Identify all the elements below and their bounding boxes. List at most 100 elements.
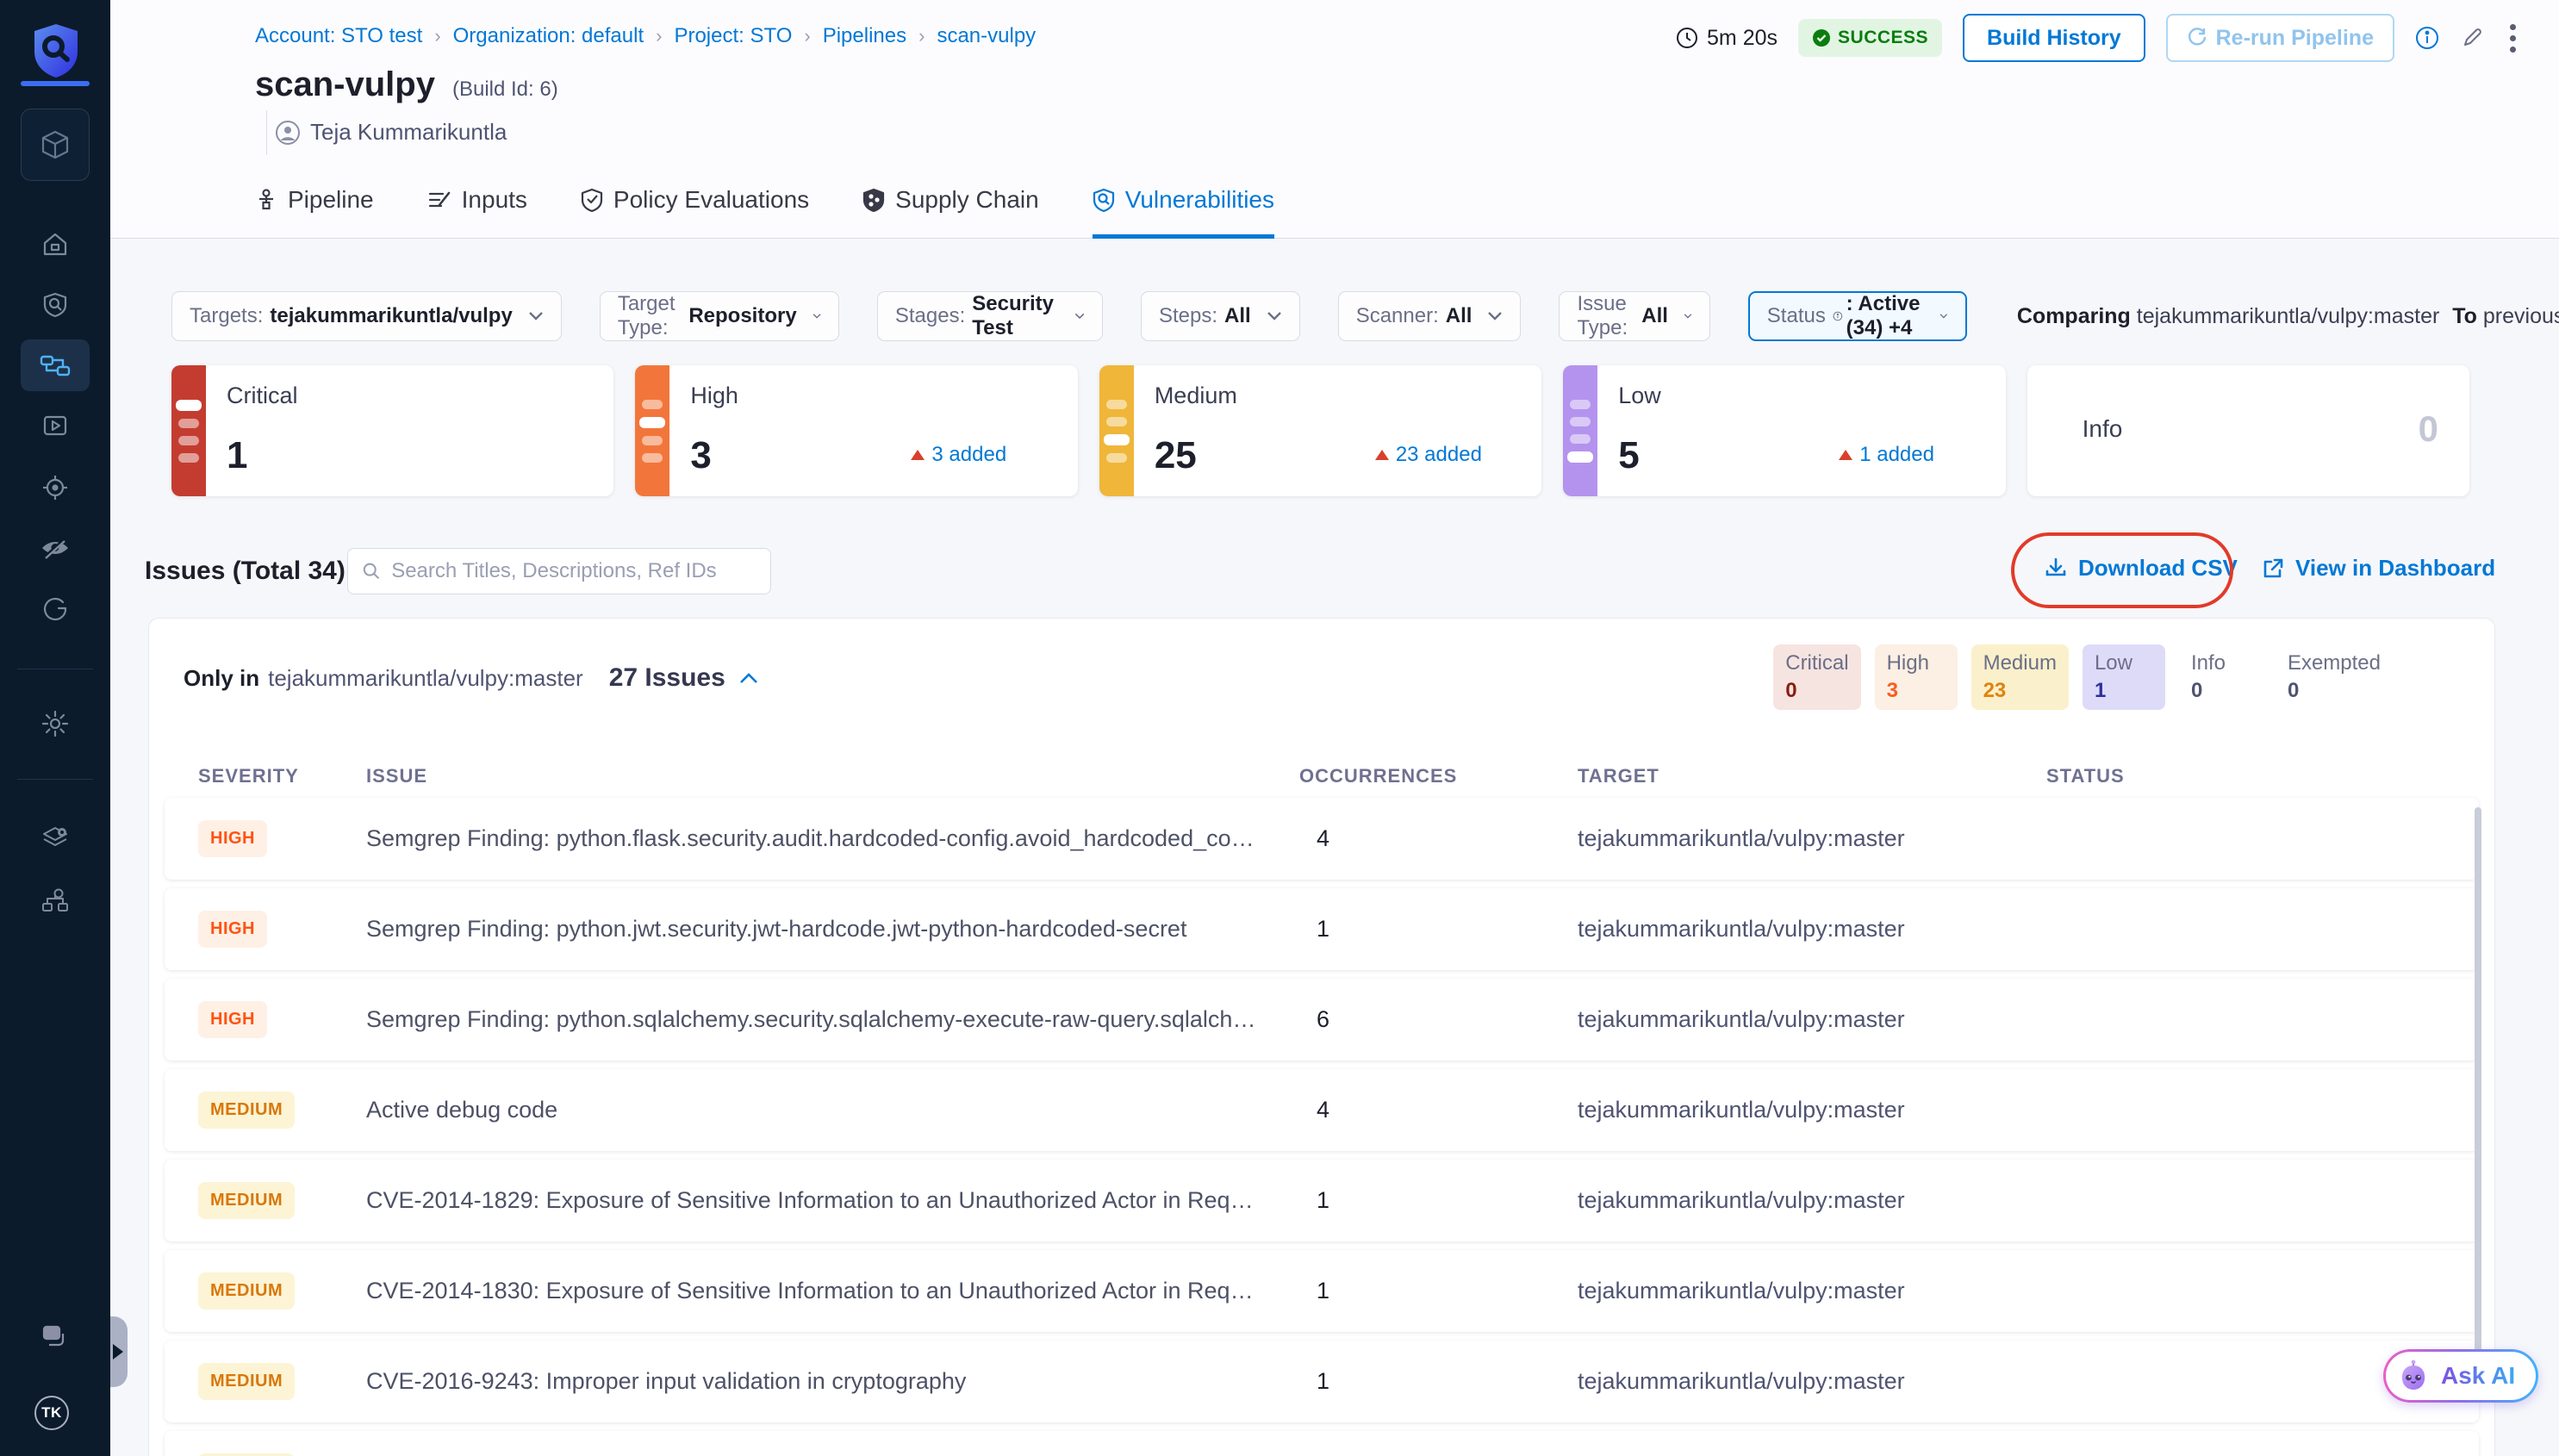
sidebar-item-security-tests[interactable]: [21, 522, 90, 574]
chevron-down-icon: [1939, 311, 1948, 321]
target-name: tejakummarikuntla/vulpy:master: [1578, 1187, 2046, 1214]
sidebar-item-executions[interactable]: [21, 400, 90, 451]
sidebar-item-home[interactable]: [21, 219, 90, 271]
severity-badge: HIGH: [198, 820, 267, 857]
user-icon: [276, 121, 300, 145]
sidebar-item-module-layers[interactable]: [21, 813, 90, 865]
critical-strip-icon: [171, 365, 206, 496]
filter-stages[interactable]: Stages:Security Test: [877, 291, 1103, 341]
sidebar-item-help[interactable]: ?: [21, 1311, 90, 1363]
chevron-down-icon: [1684, 311, 1692, 321]
external-link-icon: [2261, 557, 2285, 581]
sto-logo-icon[interactable]: [31, 22, 81, 79]
sidebar-item-module-nodes[interactable]: [21, 875, 90, 927]
ask-ai-button[interactable]: Ask AI: [2383, 1349, 2538, 1403]
chip-medium: Medium23: [1971, 644, 2069, 710]
tab-policy-evaluations[interactable]: Policy Evaluations: [581, 177, 809, 239]
table-row[interactable]: HIGH Semgrep Finding: python.jwt.securit…: [165, 888, 2479, 970]
view-in-dashboard-button[interactable]: View in Dashboard: [2261, 555, 2495, 582]
page-title: scan-vulpy: [255, 65, 435, 104]
low-added-badge: 1 added: [1839, 443, 1934, 467]
build-history-button[interactable]: Build History: [1963, 14, 2145, 62]
filter-status[interactable]: Status : Active (34) +4: [1748, 291, 1967, 341]
occurrences-count: 1: [1299, 1278, 1578, 1304]
chevron-down-icon: [1487, 311, 1503, 321]
table-scrollbar[interactable]: [2475, 807, 2481, 1367]
table-row[interactable]: MEDIUM Active debug code 4 tejakummariku…: [165, 1069, 2479, 1151]
breadcrumb-current[interactable]: scan-vulpy: [937, 24, 1036, 48]
search-icon: [362, 561, 381, 582]
user-avatar[interactable]: TK: [34, 1396, 69, 1430]
shield-scan-icon: [41, 291, 69, 319]
check-circle-icon: [1812, 28, 1831, 47]
breadcrumb-account[interactable]: Account: STO test: [255, 24, 422, 48]
supply-chain-shield-icon: [862, 188, 885, 212]
filter-targets[interactable]: Targets:tejakummarikuntla/vulpy: [171, 291, 562, 341]
module-selector[interactable]: [21, 109, 90, 181]
group-header[interactable]: Only in tejakummarikuntla/vulpy:master 2…: [184, 663, 758, 693]
filter-steps[interactable]: Steps:All: [1141, 291, 1300, 341]
tab-inputs[interactable]: Inputs: [427, 177, 527, 239]
info-card[interactable]: Info 0: [2027, 365, 2469, 496]
target-name: tejakummarikuntla/vulpy:master: [1578, 825, 2046, 852]
high-card[interactable]: High 3 3 added: [635, 365, 1077, 496]
build-id-label: (Build Id: 6): [452, 78, 558, 102]
severity-badge: MEDIUM: [198, 1363, 295, 1400]
severity-cards: Critical 1 High 3 3 added Medium 25 23 a…: [171, 365, 2469, 496]
download-csv-button[interactable]: Download CSV: [2044, 555, 2238, 582]
info-icon[interactable]: [2415, 26, 2439, 50]
table-row[interactable]: MEDIUM CVE-2016-9243: Improper input val…: [165, 1341, 2479, 1422]
breadcrumb-pipelines[interactable]: Pipelines: [823, 24, 906, 48]
sidebar-item-pipelines[interactable]: [21, 339, 90, 391]
occurrences-count: 1: [1299, 1368, 1578, 1395]
issue-title: Semgrep Finding: python.sqlalchemy.secur…: [366, 1006, 1299, 1033]
vulnerabilities-shield-icon: [1093, 188, 1115, 212]
sidebar-divider: [17, 779, 93, 780]
policy-shield-icon: [581, 188, 603, 212]
edit-pencil-icon[interactable]: [2460, 26, 2484, 50]
more-options-menu[interactable]: [2505, 19, 2521, 58]
sidebar-item-settings[interactable]: [21, 698, 90, 750]
search-input[interactable]: [391, 559, 756, 583]
breadcrumb-project[interactable]: Project: STO: [674, 24, 792, 48]
severity-badge: HIGH: [198, 1001, 267, 1038]
filter-scanner[interactable]: Scanner:All: [1338, 291, 1522, 341]
title-row: scan-vulpy (Build Id: 6): [255, 65, 558, 104]
table-row[interactable]: MEDIUM CVE-2017-11424: PyJWT: Improper V…: [165, 1431, 2479, 1456]
breadcrumb-separator: ›: [918, 25, 925, 47]
issues-search[interactable]: [347, 548, 771, 594]
app-root: ? TK Account: STO test › Organization: de…: [0, 0, 2559, 1456]
table-row[interactable]: MEDIUM CVE-2014-1829: Exposure of Sensit…: [165, 1160, 2479, 1241]
power-icon: [41, 594, 69, 622]
rerun-pipeline-button[interactable]: Re-run Pipeline: [2166, 14, 2394, 62]
medium-card[interactable]: Medium 25 23 added: [1099, 365, 1541, 496]
sidebar-item-get-started[interactable]: [21, 582, 90, 634]
table-row[interactable]: HIGH Semgrep Finding: python.flask.secur…: [165, 798, 2479, 880]
tab-vulnerabilities[interactable]: Vulnerabilities: [1093, 177, 1274, 239]
issues-toolbar: Issues (Total 34) Download CSV View in D…: [0, 546, 2559, 598]
chevron-up-icon[interactable]: [739, 672, 758, 684]
sidebar-item-targets[interactable]: [21, 462, 90, 513]
filter-target-type[interactable]: Target Type:Repository: [600, 291, 839, 341]
info-circle-icon: [1833, 307, 1843, 326]
breadcrumb-org[interactable]: Organization: default: [453, 24, 644, 48]
chevron-down-icon: [813, 311, 821, 321]
table-row[interactable]: HIGH Semgrep Finding: python.sqlalchemy.…: [165, 979, 2479, 1061]
tab-pipeline[interactable]: Pipeline: [255, 177, 374, 239]
filter-issue-type[interactable]: Issue Type:All: [1559, 291, 1709, 341]
occurrences-count: 4: [1299, 1097, 1578, 1123]
issues-table: SEVERITY ISSUE OCCURRENCES TARGET STATUS…: [165, 755, 2479, 1456]
chip-critical: Critical0: [1773, 644, 1860, 710]
low-card[interactable]: Low 5 1 added: [1563, 365, 2005, 496]
sidebar-expand-handle[interactable]: [110, 1316, 128, 1387]
issue-title: CVE-2014-1829: Exposure of Sensitive Inf…: [366, 1187, 1299, 1214]
table-row[interactable]: MEDIUM CVE-2014-1830: Exposure of Sensit…: [165, 1250, 2479, 1332]
occurrences-count: 1: [1299, 916, 1578, 943]
sidebar-item-scans[interactable]: [21, 279, 90, 331]
critical-card[interactable]: Critical 1: [171, 365, 613, 496]
tab-supply-chain[interactable]: Supply Chain: [862, 177, 1039, 239]
download-icon: [2044, 557, 2068, 581]
chevron-down-icon: [528, 311, 544, 321]
layers-gear-icon: [40, 824, 70, 854]
rerun-icon: [2187, 28, 2207, 48]
